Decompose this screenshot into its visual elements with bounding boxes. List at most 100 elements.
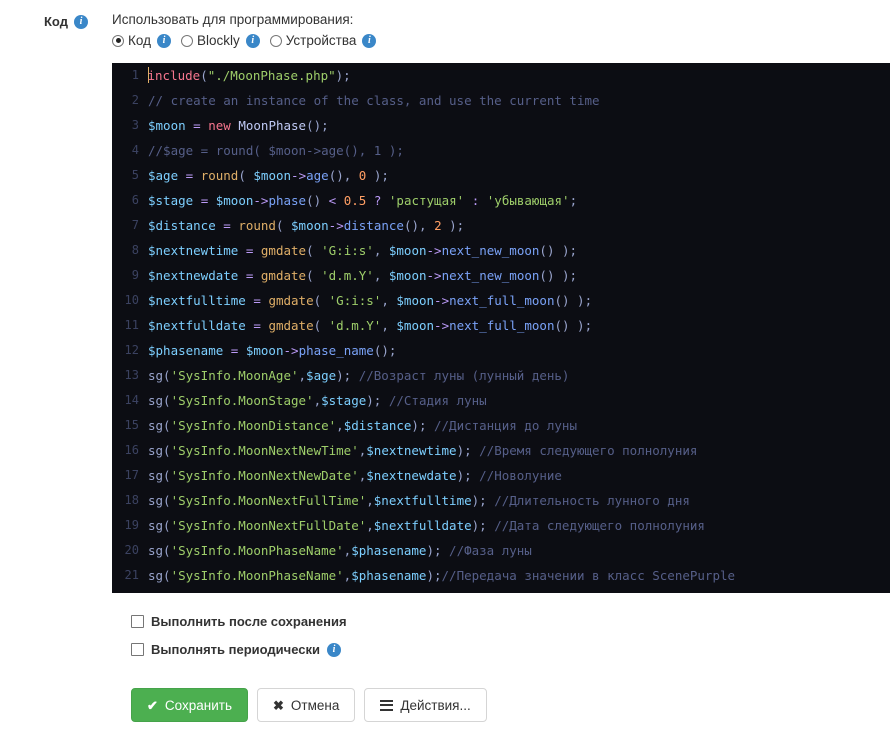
token-op: -> xyxy=(434,318,450,333)
token-pn xyxy=(381,193,389,208)
token-pn: () xyxy=(306,193,329,208)
code-line-text: $phasename = $moon->phase_name(); xyxy=(148,338,396,363)
checkbox-input-run-after-save[interactable] xyxy=(131,615,144,628)
code-line[interactable]: 21 sg('SysInfo.MoonPhaseName',$phasename)… xyxy=(112,563,890,588)
code-line[interactable]: 6 $stage = $moon->phase() < 0.5 ? 'растущ… xyxy=(112,188,890,213)
code-line-text: $moon = new MoonPhase(); xyxy=(148,113,329,138)
code-line-text: // create an instance of the class, and … xyxy=(148,88,600,113)
save-button[interactable]: ✔ Сохранить xyxy=(131,688,248,722)
token-var: $moon xyxy=(388,243,427,258)
code-line[interactable]: 12 $phasename = $moon->phase_name(); xyxy=(112,338,890,363)
code-line[interactable]: 15 sg('SysInfo.MoonDistance',$distance); … xyxy=(112,413,890,438)
token-com: //Время следующего полнолуния xyxy=(479,443,698,458)
token-meth: next_new_moon xyxy=(441,268,540,283)
line-number: 4 xyxy=(131,143,139,157)
code-line-text: sg('SysInfo.MoonNextNewDate',$nextnewdat… xyxy=(148,463,562,488)
radio-input-devices[interactable] xyxy=(269,34,282,47)
checkbox-label-run-after-save: Выполнить после сохранения xyxy=(151,614,347,629)
radio-option-code[interactable]: Код i xyxy=(112,33,171,48)
code-line[interactable]: 5 $age = round( $moon->age(), 0 ); xyxy=(112,163,890,188)
section-label-text: Код xyxy=(44,14,68,29)
token-op: -> xyxy=(291,168,307,183)
line-number: 21 xyxy=(124,568,139,582)
code-line-text: //$age = round( $moon->age(), 1 ); xyxy=(148,138,404,163)
code-line[interactable]: 10 $nextfulltime = gmdate( 'G:i:s', $moon… xyxy=(112,288,890,313)
token-pn: ( xyxy=(275,218,292,233)
cancel-button[interactable]: ✖ Отмена xyxy=(257,688,356,722)
code-line[interactable]: 18 sg('SysInfo.MoonNextFullTime',$nextful… xyxy=(112,488,890,513)
token-pn: sg( xyxy=(148,568,171,583)
code-line[interactable]: 3 $moon = new MoonPhase(); xyxy=(112,113,890,138)
token-pn: sg( xyxy=(148,518,171,533)
token-var: $moon xyxy=(388,268,427,283)
token-num: 2 xyxy=(434,218,442,233)
token-var: $nextfulldate xyxy=(148,318,246,333)
token-num: 0.5 xyxy=(343,193,367,208)
actions-button[interactable]: Действия... xyxy=(364,688,487,722)
info-icon[interactable]: i xyxy=(245,33,260,48)
radio-input-code[interactable] xyxy=(112,34,124,47)
token-pn: , xyxy=(366,518,374,533)
line-number: 8 xyxy=(131,243,139,257)
line-number: 11 xyxy=(124,318,139,332)
token-op: = xyxy=(253,318,261,333)
token-str: 'd.m.Y' xyxy=(321,268,374,283)
code-line[interactable]: 13 sg('SysInfo.MoonAge',$age); //Возраст … xyxy=(112,363,890,388)
programming-mode-radio-group: Код i Blockly i Устройства i xyxy=(112,33,386,48)
code-line-text: sg('SysInfo.MoonPhaseName',$phasename);/… xyxy=(148,563,735,588)
token-str: 'G:i:s' xyxy=(321,243,374,258)
token-var: $nextfulltime xyxy=(148,293,246,308)
code-line[interactable]: 16 sg('SysInfo.MoonNextNewTime',$nextnewt… xyxy=(112,438,890,463)
options-group: Выполнить после сохранения Выполнять пер… xyxy=(131,614,347,670)
token-pn: ; xyxy=(569,193,578,208)
radio-label-blockly: Blockly xyxy=(196,33,240,48)
checkbox-run-periodically[interactable]: Выполнять периодически i xyxy=(131,642,347,657)
token-com: //Передача значении в класс ScenePurple xyxy=(441,568,736,583)
token-pn xyxy=(238,243,246,258)
line-number: 5 xyxy=(131,168,139,182)
code-line[interactable]: 2 // create an instance of the class, and… xyxy=(112,88,890,113)
cancel-button-label: Отмена xyxy=(290,697,340,713)
info-icon[interactable]: i xyxy=(73,14,88,29)
token-com: //Новолуние xyxy=(479,468,562,483)
token-str: 'SysInfo.MoonDistance' xyxy=(170,418,337,433)
token-var: $nextfulldate xyxy=(373,518,472,533)
info-icon[interactable]: i xyxy=(362,33,377,48)
code-line[interactable]: 8 $nextnewtime = gmdate( 'G:i:s', $moon->… xyxy=(112,238,890,263)
radio-option-blockly[interactable]: Blockly i xyxy=(180,33,260,48)
info-icon[interactable]: i xyxy=(156,33,171,48)
token-pn: () ); xyxy=(539,268,578,283)
code-line[interactable]: 1 include("./MoonPhase.php"); xyxy=(112,63,890,88)
token-pn: sg( xyxy=(148,543,171,558)
code-line[interactable]: 14 sg('SysInfo.MoonStage',$stage); //Стад… xyxy=(112,388,890,413)
line-number: 2 xyxy=(131,93,139,107)
code-line[interactable]: 11 $nextfulldate = gmdate( 'd.m.Y', $moon… xyxy=(112,313,890,338)
code-line-text: $age = round( $moon->age(), 0 ); xyxy=(148,163,389,188)
token-com: //Дата следующего полнолуния xyxy=(494,518,705,533)
code-line-text: sg('SysInfo.MoonPhaseName',$phasename); … xyxy=(148,538,532,563)
code-line[interactable]: 9 $nextnewdate = gmdate( 'd.m.Y', $moon->… xyxy=(112,263,890,288)
line-number: 3 xyxy=(131,118,139,132)
code-line[interactable]: 19 sg('SysInfo.MoonNextFullDate',$nextful… xyxy=(112,513,890,538)
code-line[interactable]: 17 sg('SysInfo.MoonNextNewDate',$nextnewd… xyxy=(112,463,890,488)
token-str: 'убывающая' xyxy=(486,193,570,208)
info-icon[interactable]: i xyxy=(327,642,341,657)
radio-input-blockly[interactable] xyxy=(180,34,193,47)
checkbox-input-run-periodically[interactable] xyxy=(131,643,144,656)
token-pn: ); xyxy=(471,493,495,508)
code-line[interactable]: 7 $distance = round( $moon->distance(), 2… xyxy=(112,213,890,238)
check-icon: ✔ xyxy=(147,697,158,713)
radio-option-devices[interactable]: Устройства i xyxy=(269,33,377,48)
programming-mode-block: Использовать для программирования: Код i… xyxy=(112,11,386,48)
token-pn: , xyxy=(381,318,397,333)
token-var: $nextnewdate xyxy=(148,268,239,283)
token-pn: sg( xyxy=(148,393,171,408)
code-editor[interactable]: 1 include("./MoonPhase.php"); 2 // create a… xyxy=(112,63,890,593)
hamburger-icon xyxy=(380,699,394,711)
checkbox-run-after-save[interactable]: Выполнить после сохранения xyxy=(131,614,347,629)
token-pn xyxy=(208,193,216,208)
code-line[interactable]: 4 //$age = round( $moon->age(), 1 ); xyxy=(112,138,890,163)
token-pn xyxy=(253,268,261,283)
code-line[interactable]: 20 sg('SysInfo.MoonPhaseName',$phasename)… xyxy=(112,538,890,563)
token-var: $moon xyxy=(253,168,292,183)
